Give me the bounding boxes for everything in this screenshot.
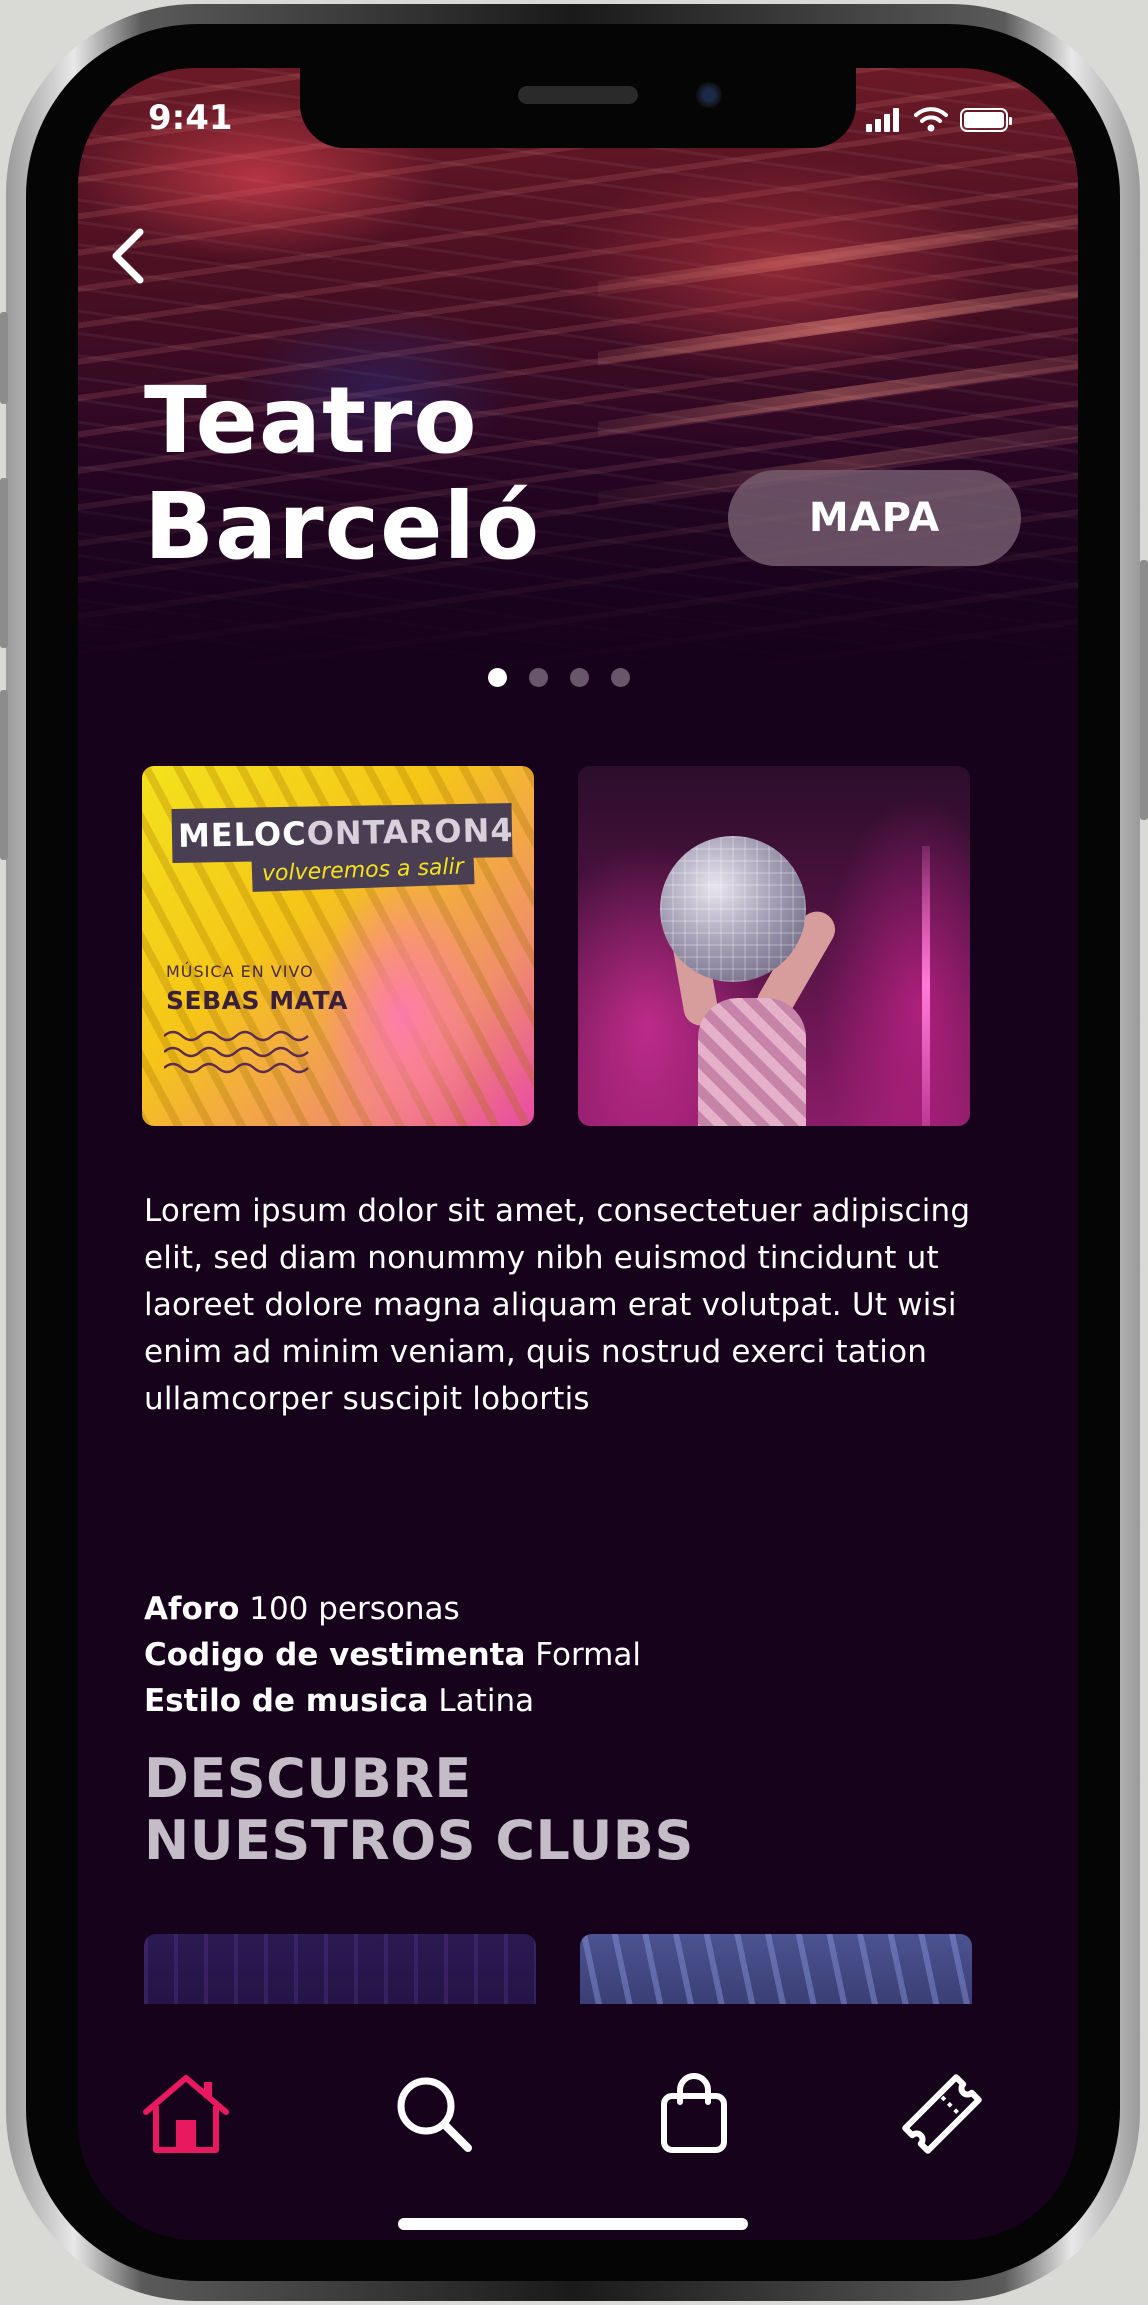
- search-icon: [397, 2077, 472, 2152]
- venue-title-line-2: Barceló: [144, 473, 541, 580]
- poster-artist: SEBAS MATA: [166, 986, 348, 1015]
- dancer-body: [698, 998, 806, 1126]
- app-screen: 9:41 Teatro Barceló MAPA MELOCONTARON4 v…: [78, 68, 1078, 2240]
- speaker-grille: [518, 86, 638, 104]
- tab-home[interactable]: [136, 2064, 236, 2164]
- front-camera: [696, 82, 722, 108]
- venue-details: Aforo 100 personas Codigo de vestimenta …: [144, 1586, 1004, 1724]
- volume-up-button: [0, 478, 8, 648]
- carousel-dots: [488, 668, 630, 687]
- home-icon: [143, 2075, 229, 2153]
- status-time: 9:41: [148, 98, 233, 138]
- event-poster-melocontaron[interactable]: MELOCONTARON4 volveremos a salir MÚSICA …: [142, 766, 534, 1126]
- home-indicator[interactable]: [398, 2218, 748, 2230]
- hero-balcony-light: [598, 214, 1078, 296]
- bag-icon: [661, 2073, 727, 2153]
- poster-wave-decoration: [164, 1030, 309, 1074]
- venue-description: Lorem ipsum dolor sit amet, consectetuer…: [144, 1193, 971, 1417]
- carousel-dot[interactable]: [570, 668, 589, 687]
- clubs-section-title: DESCUBRE NUESTROS CLUBS: [144, 1747, 694, 1872]
- event-poster-disco[interactable]: [578, 766, 970, 1126]
- back-button[interactable]: [98, 216, 158, 296]
- poster-tagline: volveremos a salir: [251, 850, 475, 892]
- neon-light: [922, 846, 930, 1126]
- venue-title-line-1: Teatro: [144, 367, 478, 474]
- hero-balcony-light: [598, 354, 1078, 436]
- carousel-dot[interactable]: [529, 668, 548, 687]
- hero-balcony-light: [598, 284, 1078, 366]
- tab-search[interactable]: [384, 2064, 484, 2164]
- notch: [300, 68, 856, 148]
- detail-music-style: Estilo de musica Latina: [144, 1683, 535, 1719]
- chevron-left-icon: [112, 228, 144, 284]
- wifi-icon: [914, 107, 948, 132]
- detail-capacity: Aforo 100 personas: [144, 1591, 460, 1627]
- volume-down-button: [0, 690, 8, 860]
- battery-icon: [960, 108, 1012, 132]
- tab-shop[interactable]: [644, 2064, 744, 2164]
- poster-kicker: MÚSICA EN VIVO: [166, 962, 314, 981]
- cellular-signal-icon: [866, 108, 902, 132]
- carousel-dot[interactable]: [488, 668, 507, 687]
- ticket-icon: [902, 2074, 982, 2154]
- power-button: [1140, 560, 1148, 820]
- tab-tickets[interactable]: [892, 2064, 992, 2164]
- map-button[interactable]: MAPA: [728, 470, 1021, 566]
- silent-switch: [0, 312, 8, 404]
- bottom-tab-bar: [78, 2004, 1078, 2240]
- detail-dress-code: Codigo de vestimenta Formal: [144, 1637, 641, 1673]
- carousel-dot[interactable]: [611, 668, 630, 687]
- status-icons: [866, 102, 1012, 132]
- venue-title: Teatro Barceló: [144, 368, 540, 580]
- disco-ball-image: [660, 836, 806, 982]
